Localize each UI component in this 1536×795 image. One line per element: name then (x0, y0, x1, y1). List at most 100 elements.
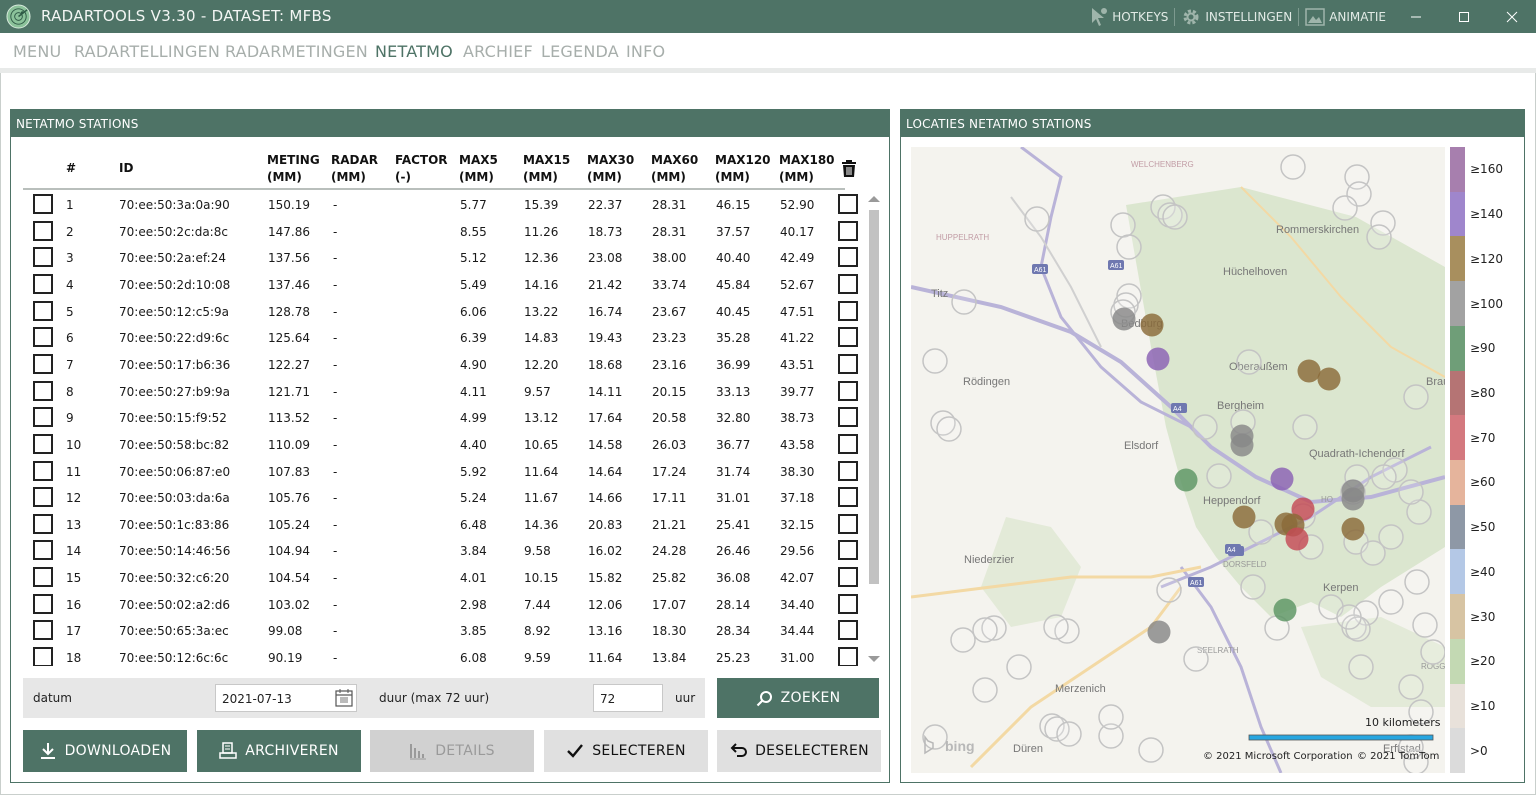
menu-item-menu[interactable]: MENU (13, 42, 61, 61)
col-max15[interactable]: MAX15 (MM) (523, 152, 570, 186)
row-select-checkbox[interactable] (33, 273, 53, 294)
scroll-up-icon[interactable] (868, 196, 880, 202)
station-marker-empty[interactable] (972, 677, 998, 703)
station-marker-empty[interactable] (1236, 349, 1262, 375)
station-marker-empty[interactable] (1360, 540, 1386, 566)
hotkeys-button[interactable]: HOTKEYS (1084, 0, 1174, 33)
station-marker-empty[interactable] (1056, 721, 1082, 747)
station-marker-empty[interactable] (1420, 639, 1445, 665)
station-marker-empty[interactable] (1110, 212, 1136, 238)
row-select-checkbox[interactable] (33, 593, 53, 614)
row-select-checkbox[interactable] (33, 353, 53, 374)
row-delete-checkbox[interactable] (838, 647, 858, 666)
station-marker[interactable] (1317, 367, 1341, 391)
col-meting[interactable]: METING (MM) (267, 152, 320, 186)
search-button[interactable]: ZOEKEN (717, 678, 879, 718)
row-select-checkbox[interactable] (33, 513, 53, 534)
station-marker-empty[interactable] (1378, 589, 1404, 615)
row-delete-checkbox[interactable] (838, 407, 858, 428)
col-id[interactable]: ID (119, 160, 133, 177)
table-scrollbar[interactable] (867, 194, 880, 666)
row-delete-checkbox[interactable] (838, 567, 858, 588)
row-select-checkbox[interactable] (33, 487, 53, 508)
station-marker-empty[interactable] (1332, 195, 1358, 221)
menu-item-radarmetingen[interactable]: RADARMETINGEN (225, 42, 368, 61)
settings-button[interactable]: INSTELLINGEN (1175, 0, 1298, 33)
table-row[interactable]: 18 70:ee:50:12:6c:6c 90.19 - 6.08 9.59 11.64 13… (23, 645, 865, 666)
table-row[interactable]: 16 70:ee:50:02:a2:d6 103.02 - 2.98 7.44 12.06 1… (23, 592, 865, 619)
select-button[interactable]: SELECTEREN (544, 730, 708, 772)
date-picker[interactable]: 2021-07-13 (215, 684, 357, 712)
menu-item-info[interactable]: INFO (626, 42, 665, 61)
row-select-checkbox[interactable] (33, 220, 53, 241)
row-delete-checkbox[interactable] (838, 593, 858, 614)
station-map[interactable]: WELCHENBERG HUPPELRATH Rommerskirchen Hüche… (911, 147, 1445, 773)
animation-button[interactable]: ANIMATIE (1299, 0, 1392, 33)
station-marker-empty[interactable] (1404, 569, 1430, 595)
row-delete-checkbox[interactable] (838, 620, 858, 641)
station-marker[interactable] (1174, 468, 1198, 492)
menu-item-legenda[interactable]: LEGENDA (541, 42, 619, 61)
station-marker[interactable] (1273, 598, 1297, 622)
station-marker-empty[interactable] (1398, 479, 1424, 505)
download-button[interactable]: DOWNLOADEN (23, 730, 187, 772)
station-marker-empty[interactable] (1162, 204, 1188, 230)
table-row[interactable]: 2 70:ee:50:2c:da:8c 147.86 - 8.55 11.26 18.73 2… (23, 219, 865, 246)
station-marker-empty[interactable] (1240, 574, 1266, 600)
menu-item-radartellingen[interactable]: RADARTELLINGEN (74, 42, 220, 61)
col-num[interactable]: # (66, 160, 76, 177)
row-delete-checkbox[interactable] (838, 247, 858, 268)
maximize-button[interactable] (1440, 0, 1488, 33)
row-select-checkbox[interactable] (33, 647, 53, 666)
row-select-checkbox[interactable] (33, 433, 53, 454)
row-delete-checkbox[interactable] (838, 220, 858, 241)
row-delete-checkbox[interactable] (838, 540, 858, 561)
station-marker[interactable] (1297, 359, 1321, 383)
station-marker-empty[interactable] (972, 617, 998, 643)
station-marker[interactable] (1147, 620, 1171, 644)
col-radar[interactable]: RADAR (MM) (331, 152, 378, 186)
station-marker-empty[interactable] (1398, 674, 1424, 700)
row-delete-checkbox[interactable] (838, 300, 858, 321)
row-delete-checkbox[interactable] (838, 194, 858, 214)
duration-input[interactable]: 72 (593, 684, 663, 712)
station-marker-empty[interactable] (1371, 464, 1397, 490)
row-select-checkbox[interactable] (33, 620, 53, 641)
menu-item-netatmo[interactable]: NETATMO (375, 42, 453, 61)
row-delete-checkbox[interactable] (838, 353, 858, 374)
col-max5[interactable]: MAX5 (MM) (459, 152, 498, 186)
table-row[interactable]: 17 70:ee:50:65:3a:ec 99.08 - 3.85 8.92 13.16 18… (23, 618, 865, 645)
col-max30[interactable]: MAX30 (MM) (587, 152, 634, 186)
station-marker[interactable] (1140, 313, 1164, 337)
station-marker-empty[interactable] (1348, 654, 1374, 680)
station-marker[interactable] (1341, 517, 1365, 541)
table-row[interactable]: 13 70:ee:50:1c:83:86 105.24 - 6.48 14.36 20.83… (23, 512, 865, 539)
station-marker-empty[interactable] (1192, 414, 1218, 440)
details-button[interactable]: DETAILS (370, 730, 534, 772)
station-marker-empty[interactable] (1006, 654, 1032, 680)
row-select-checkbox[interactable] (33, 327, 53, 348)
station-marker-empty[interactable] (1116, 234, 1142, 260)
row-delete-checkbox[interactable] (838, 487, 858, 508)
row-delete-checkbox[interactable] (838, 433, 858, 454)
row-select-checkbox[interactable] (33, 380, 53, 401)
station-marker-empty[interactable] (936, 416, 962, 442)
row-delete-checkbox[interactable] (838, 327, 858, 348)
table-row[interactable]: 7 70:ee:50:17:b6:36 122.27 - 4.90 12.20 18.68 2… (23, 352, 865, 379)
row-delete-checkbox[interactable] (838, 513, 858, 534)
table-row[interactable]: 14 70:ee:50:14:46:56 104.94 - 3.84 9.58 16.02 2… (23, 538, 865, 565)
station-marker[interactable] (1230, 433, 1254, 457)
station-marker-empty[interactable] (922, 724, 948, 750)
station-marker-empty[interactable] (1403, 384, 1429, 410)
row-delete-checkbox[interactable] (838, 380, 858, 401)
scroll-thumb[interactable] (869, 210, 879, 584)
station-marker-empty[interactable] (1412, 612, 1438, 638)
menu-item-archief[interactable]: ARCHIEF (463, 42, 533, 61)
table-row[interactable]: 10 70:ee:50:58:bc:82 110.09 - 4.40 10.65 14.58… (23, 432, 865, 459)
station-marker[interactable] (1270, 467, 1294, 491)
table-row[interactable]: 8 70:ee:50:27:b9:9a 121.71 - 4.11 9.57 14.11 20… (23, 379, 865, 406)
station-marker[interactable] (1232, 505, 1256, 529)
table-row[interactable]: 15 70:ee:50:32:c6:20 104.54 - 4.01 10.15 15.82… (23, 565, 865, 592)
station-marker-empty[interactable] (1098, 704, 1124, 730)
station-marker-empty[interactable] (1366, 224, 1392, 250)
